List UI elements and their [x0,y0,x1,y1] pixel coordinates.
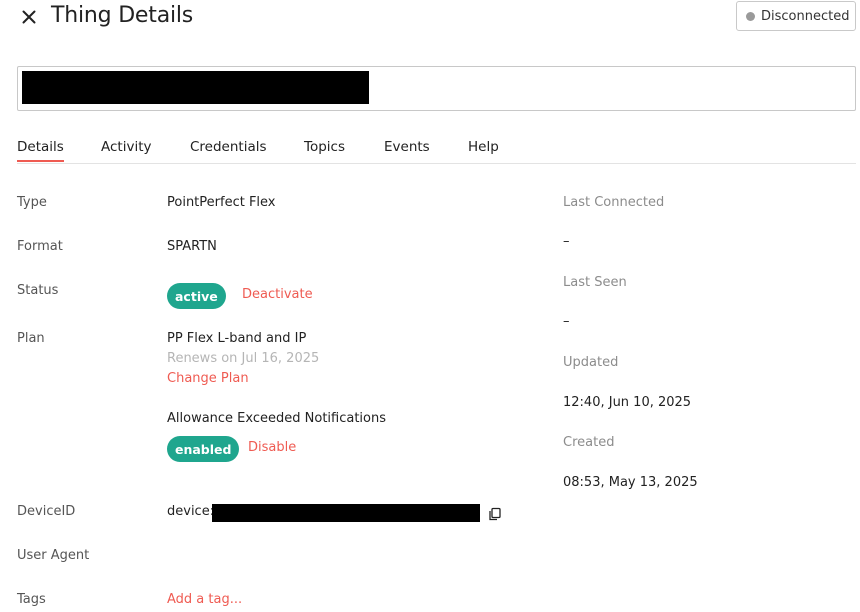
status-dot-icon [746,11,755,21]
disable-link[interactable]: Disable [248,440,296,455]
status-active-badge: active [167,283,226,309]
copy-button[interactable] [488,506,502,521]
created-value: 08:53, May 13, 2025 [563,475,698,490]
connection-status-label: Disconnected [761,8,850,24]
updated-label: Updated [563,355,619,370]
redacted-name [22,71,369,104]
close-button[interactable] [18,6,40,28]
type-value: PointPerfect Flex [167,195,276,210]
deviceid-prefix: device: [167,504,215,519]
last-connected-value: – [563,234,570,249]
allowance-enabled-badge: enabled [167,436,240,462]
thing-name-field[interactable] [17,66,856,111]
status-label: Status [17,283,59,298]
last-seen-value: – [563,314,570,329]
close-icon [22,10,36,24]
plan-renews: Renews on Jul 16, 2025 [167,351,320,366]
deactivate-link[interactable]: Deactivate [242,287,313,302]
tab-bar: Details Activity Credentials Topics Even… [17,137,856,164]
plan-name: PP Flex L-band and IP [167,331,307,346]
deviceid-label: DeviceID [17,504,76,519]
last-seen-label: Last Seen [563,275,627,290]
connection-status-badge: Disconnected [736,1,856,31]
last-connected-label: Last Connected [563,195,665,210]
copy-icon [489,507,501,521]
user-agent-label: User Agent [17,548,90,563]
tags-label: Tags [17,592,46,607]
page-title: Thing Details [51,3,194,28]
tab-topics[interactable]: Topics [304,139,345,155]
tab-details[interactable]: Details [17,139,64,162]
tab-help[interactable]: Help [468,139,499,155]
created-label: Created [563,435,615,450]
tab-events[interactable]: Events [384,139,430,155]
add-tag-link[interactable]: Add a tag... [167,592,242,607]
plan-label: Plan [17,331,45,346]
allowance-label: Allowance Exceeded Notifications [167,411,387,426]
type-label: Type [17,195,47,210]
change-plan-link[interactable]: Change Plan [167,371,249,386]
tab-activity[interactable]: Activity [101,139,152,155]
format-label: Format [17,239,63,254]
tab-credentials[interactable]: Credentials [190,139,267,155]
updated-value: 12:40, Jun 10, 2025 [563,395,692,410]
format-value: SPARTN [167,239,217,254]
redacted-device-id [212,504,480,522]
